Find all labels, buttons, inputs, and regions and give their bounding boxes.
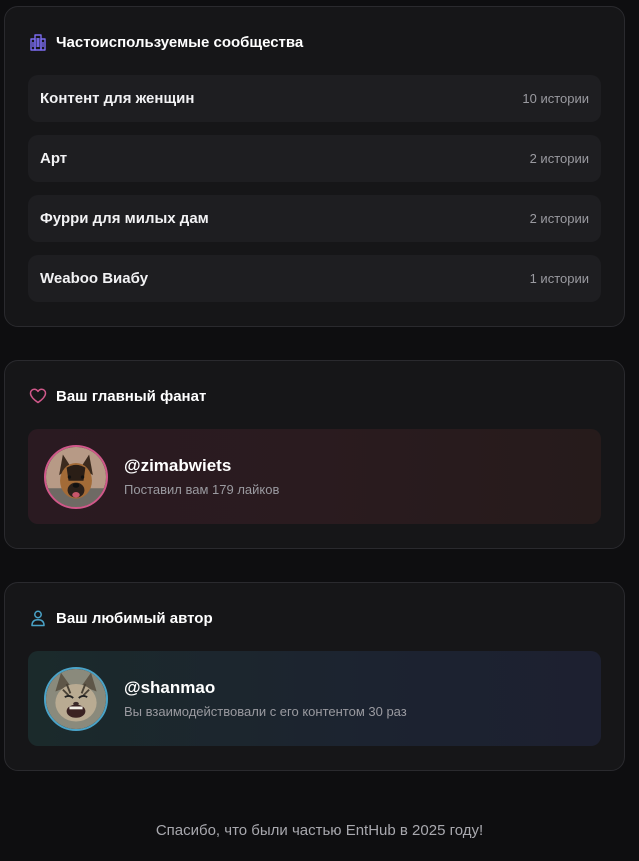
community-item[interactable]: Контент для женщин 10 истории <box>28 75 601 122</box>
top-fan-info: @zimabwiets Поставил вам 179 лайков <box>124 456 279 497</box>
favorite-author-info: @shanmao Вы взаимодействовали с его конт… <box>124 678 407 719</box>
community-story-count: 1 истории <box>529 271 589 286</box>
community-story-count: 10 истории <box>522 91 589 106</box>
community-story-count: 2 истории <box>529 151 589 166</box>
dog-avatar-image <box>46 446 106 507</box>
community-name: Контент для женщин <box>40 90 195 107</box>
favorite-author-username[interactable]: @shanmao <box>124 678 407 698</box>
communities-list: Контент для женщин 10 истории Арт 2 исто… <box>28 75 601 315</box>
top-fan-username[interactable]: @zimabwiets <box>124 456 279 476</box>
avatar[interactable] <box>44 444 108 509</box>
cat-avatar-image <box>46 668 106 729</box>
community-story-count: 2 истории <box>529 211 589 226</box>
top-fan-card: Ваш главный фанат @zimabwiets Поставил в… <box>4 360 625 549</box>
community-item[interactable]: Арт 2 истории <box>28 135 601 182</box>
building-icon <box>30 34 46 51</box>
community-item[interactable]: Фурри для милых дам 2 истории <box>28 195 601 242</box>
favorite-author-profile[interactable]: @shanmao Вы взаимодействовали с его конт… <box>28 651 601 746</box>
top-fan-likes-text: Поставил вам 179 лайков <box>124 482 280 497</box>
communities-title: Частоиспользуемые сообщества <box>56 33 304 51</box>
communities-card: Частоиспользуемые сообщества Контент для… <box>4 6 625 327</box>
footer-thanks-text: Спасибо, что были частью EntHub в 2025 г… <box>155 822 484 839</box>
top-fan-header: Ваш главный фанат <box>29 385 206 407</box>
community-name: Weaboo Виабу <box>40 270 149 287</box>
community-name: Фурри для милых дам <box>40 210 209 227</box>
favorite-author-header: Ваш любимый автор <box>29 607 213 629</box>
top-fan-title: Ваш главный фанат <box>56 387 207 405</box>
favorite-author-card: Ваш любимый автор @shanmao Вы взаимодейс… <box>4 582 625 771</box>
top-fan-profile[interactable]: @zimabwiets Поставил вам 179 лайков <box>28 429 601 524</box>
favorite-author-interactions-text: Вы взаимодействовали с его контентом 30 … <box>124 704 407 719</box>
favorite-author-title: Ваш любимый автор <box>56 609 213 627</box>
community-item[interactable]: Weaboo Виабу 1 истории <box>28 255 601 302</box>
communities-header: Частоиспользуемые сообщества <box>29 31 303 53</box>
user-icon <box>31 610 45 627</box>
avatar[interactable] <box>44 666 108 731</box>
heart-icon <box>29 388 47 404</box>
community-name: Арт <box>40 150 68 167</box>
